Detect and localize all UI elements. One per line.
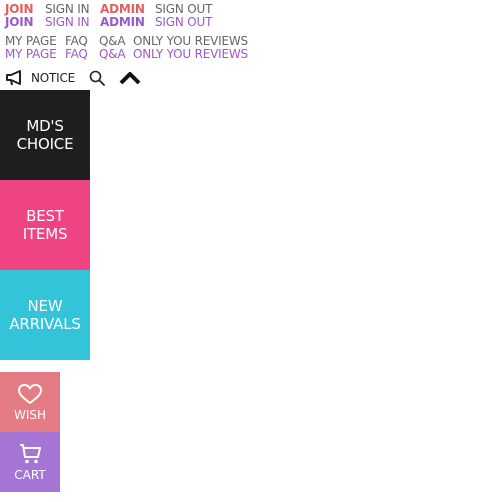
sign-in-link-hover[interactable]: SIGN IN bbox=[45, 16, 100, 29]
cart-button[interactable]: CART bbox=[0, 432, 60, 492]
faq-link-hover[interactable]: FAQ bbox=[65, 48, 99, 61]
search-icon[interactable] bbox=[89, 70, 105, 86]
my-page-link-hover[interactable]: MY PAGE bbox=[5, 48, 65, 61]
notice-bar: NOTICE bbox=[5, 69, 142, 87]
panel-label-line2: CHOICE bbox=[16, 135, 74, 153]
panel-label-line1: MD'S bbox=[26, 117, 64, 135]
cart-icon bbox=[20, 443, 41, 463]
megaphone-icon[interactable] bbox=[5, 70, 25, 86]
account-menu-hover-row: JOIN SIGN IN ADMIN SIGN OUT bbox=[5, 16, 212, 29]
notice-link[interactable]: NOTICE bbox=[31, 71, 75, 85]
wish-label: WISH bbox=[13, 407, 47, 422]
panel-label-line2: ARRIVALS bbox=[9, 315, 81, 333]
chevron-up-icon[interactable] bbox=[118, 70, 142, 86]
panel-label-line2: ITEMS bbox=[22, 225, 68, 243]
heart-icon bbox=[18, 383, 42, 404]
admin-link-hover[interactable]: ADMIN bbox=[100, 16, 155, 29]
cart-label: CART bbox=[14, 467, 46, 482]
panel-label-line1: BEST bbox=[26, 207, 64, 225]
mds-choice-panel[interactable]: MD'S CHOICE bbox=[0, 90, 90, 180]
wish-button[interactable]: WISH bbox=[0, 372, 60, 432]
new-arrivals-panel[interactable]: NEW ARRIVALS bbox=[0, 270, 90, 360]
only-you-reviews-link-hover[interactable]: ONLY YOU REVIEWS bbox=[133, 48, 248, 61]
panel-label-line1: NEW bbox=[27, 297, 63, 315]
best-items-panel[interactable]: BEST ITEMS bbox=[0, 180, 90, 270]
sign-out-link-hover[interactable]: SIGN OUT bbox=[155, 16, 212, 29]
join-link-hover[interactable]: JOIN bbox=[5, 16, 45, 29]
qa-link-hover[interactable]: Q&A bbox=[99, 48, 133, 61]
secondary-menu-hover-row: MY PAGE FAQ Q&A ONLY YOU REVIEWS bbox=[5, 48, 248, 61]
